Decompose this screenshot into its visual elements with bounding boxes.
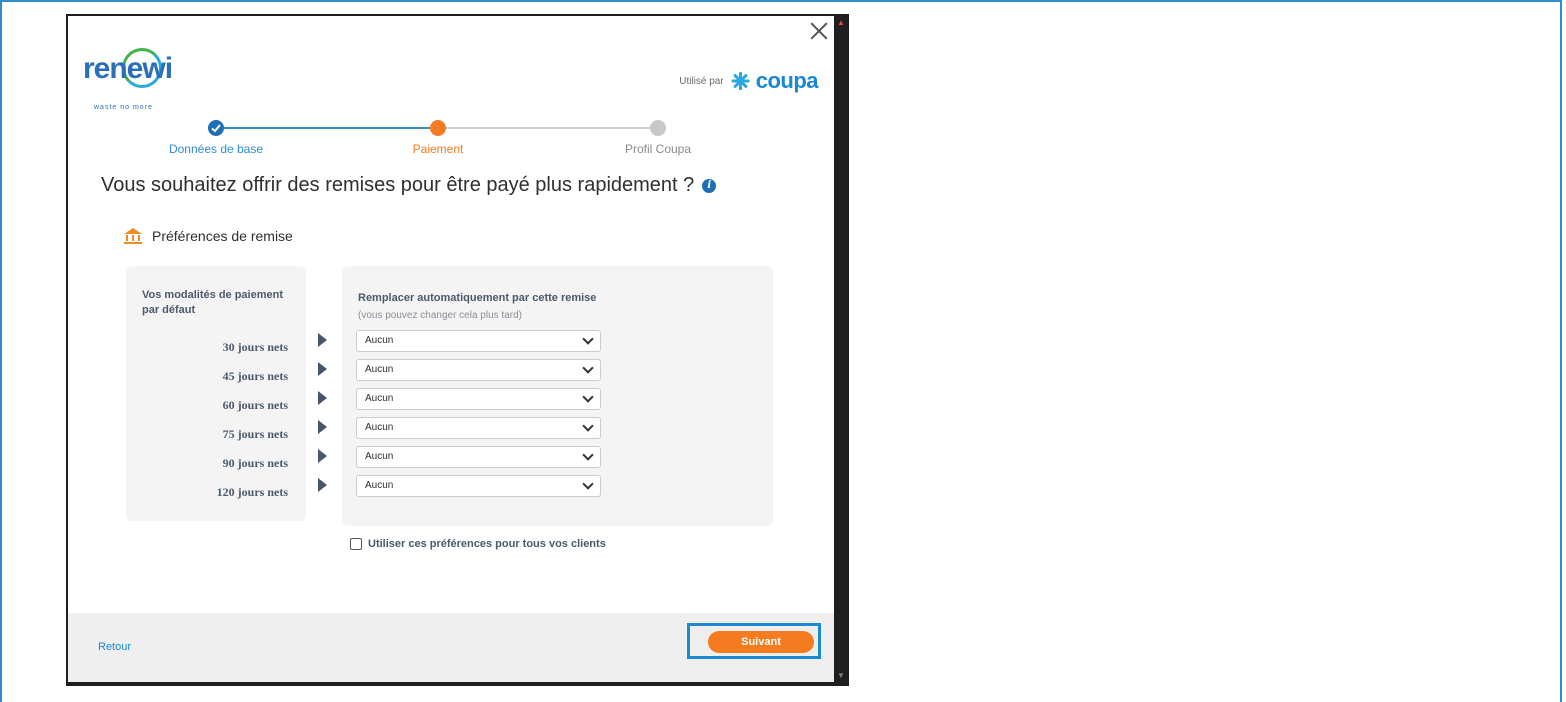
term-75: 75 jours nets <box>222 427 288 441</box>
discount-select-75[interactable]: Aucun <box>356 417 601 439</box>
next-button[interactable]: Suivant <box>708 631 814 653</box>
step-label-coupa-profile: Profil Coupa <box>624 142 692 156</box>
step-current-dot <box>430 120 446 136</box>
discount-select-90[interactable]: Aucun <box>356 446 601 468</box>
modal-footer: Retour Suivant <box>68 613 834 682</box>
coupa-logo: coupa <box>755 68 819 93</box>
term-120: 120 jours nets <box>216 485 288 499</box>
chevron-down-icon <box>582 478 594 490</box>
arrow-right-icon <box>318 420 327 434</box>
step-label-payment: Paiement <box>412 142 464 156</box>
info-icon[interactable]: i <box>702 178 717 193</box>
chevron-down-icon <box>582 391 594 403</box>
select-value: Aucun <box>365 335 394 346</box>
payment-terms-title: Vos modalités de paiement par défaut <box>142 289 284 316</box>
logo-tagline: waste no more <box>94 104 153 111</box>
coupa-star-icon <box>730 71 750 91</box>
section-title-label: Préférences de remise <box>152 228 293 244</box>
page-heading: Vous souhaitez offrir des remises pour ê… <box>101 174 717 197</box>
chevron-down-icon <box>582 420 594 432</box>
discount-title: Remplacer automatiquement par cette remi… <box>358 292 597 304</box>
select-value: Aucun <box>365 422 394 433</box>
chevron-down-icon <box>582 362 594 374</box>
discount-select-120[interactable]: Aucun <box>356 475 601 497</box>
chevron-down-icon <box>582 449 594 461</box>
payment-modal: renewi waste no more Utilisé par coupa D… <box>66 14 849 686</box>
step-pending-dot <box>650 120 666 136</box>
next-button-highlight: Suivant <box>687 623 821 659</box>
apply-all-clients-row[interactable]: Utiliser ces préférences pour tous vos c… <box>350 538 606 550</box>
step-line-done <box>208 127 430 129</box>
powered-by-label: Utilisé par <box>679 75 724 87</box>
payment-terms-panel: Vos modalités de paiement par défaut 30 … <box>126 266 306 521</box>
modal-scrollbar[interactable]: ▲ ▼ <box>834 16 847 682</box>
discount-select-45[interactable]: Aucun <box>356 359 601 381</box>
discount-select-30[interactable]: Aucun <box>356 330 601 352</box>
bank-icon <box>124 228 142 244</box>
select-value: Aucun <box>365 480 394 491</box>
scroll-up-icon[interactable]: ▲ <box>837 18 845 27</box>
renewi-logo: renewi waste no more <box>80 42 190 114</box>
modal-content: renewi waste no more Utilisé par coupa D… <box>68 16 834 682</box>
chevron-down-icon <box>582 333 594 345</box>
discount-panel: Remplacer automatiquement par cette remi… <box>342 266 773 526</box>
logo-wordmark: renewi <box>83 52 173 85</box>
close-icon[interactable] <box>808 20 830 42</box>
step-label-base-data: Données de base <box>168 142 264 156</box>
section-title: Préférences de remise <box>124 228 293 244</box>
apply-all-clients-label: Utiliser ces préférences pour tous vos c… <box>368 538 606 550</box>
step-line-pending <box>438 127 658 129</box>
select-value: Aucun <box>365 393 394 404</box>
progress-stepper: Données de base Paiement Profil Coupa <box>168 120 728 160</box>
scroll-down-icon[interactable]: ▼ <box>837 671 845 680</box>
arrow-right-icon <box>318 391 327 405</box>
discount-subtitle: (vous pouvez changer cela plus tard) <box>358 310 522 321</box>
term-30: 30 jours nets <box>222 340 288 354</box>
arrow-right-icon <box>318 449 327 463</box>
select-value: Aucun <box>365 451 394 462</box>
select-value: Aucun <box>365 364 394 375</box>
arrow-right-icon <box>318 362 327 376</box>
term-45: 45 jours nets <box>222 369 288 383</box>
term-90: 90 jours nets <box>222 456 288 470</box>
term-60: 60 jours nets <box>222 398 288 412</box>
discount-select-60[interactable]: Aucun <box>356 388 601 410</box>
arrow-right-icon <box>318 478 327 492</box>
apply-all-clients-checkbox[interactable] <box>350 538 362 550</box>
step-done-check-icon <box>208 120 224 136</box>
heading-text: Vous souhaitez offrir des remises pour ê… <box>101 174 695 196</box>
back-link[interactable]: Retour <box>98 641 131 653</box>
powered-by: Utilisé par coupa <box>679 68 818 94</box>
arrow-right-icon <box>318 333 327 347</box>
